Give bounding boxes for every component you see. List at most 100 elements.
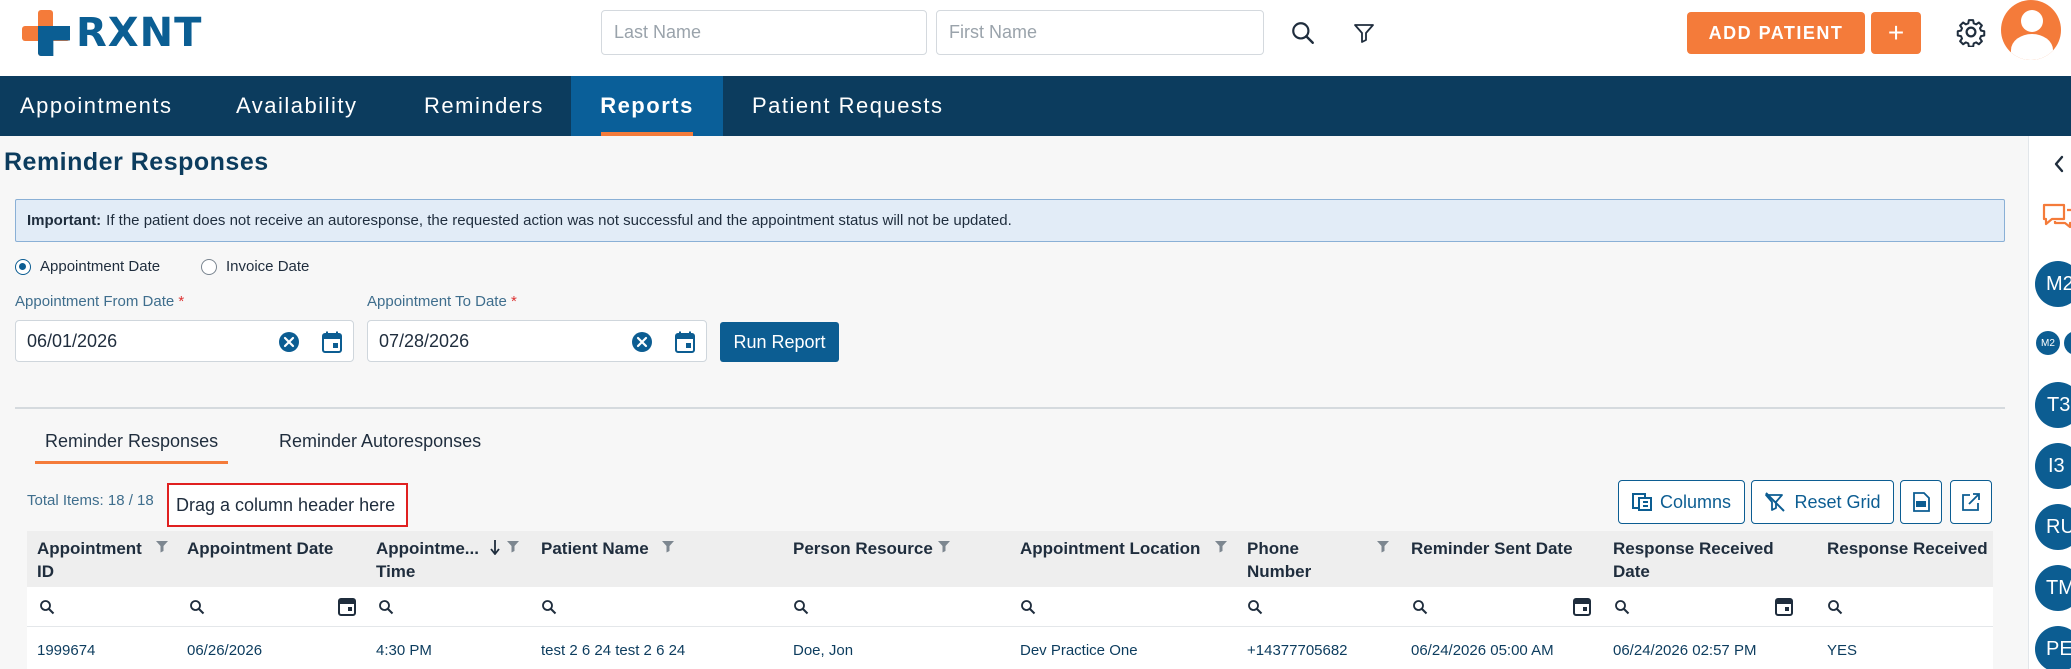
rail-avatar-pe[interactable]: PE xyxy=(2035,626,2071,669)
cell-reminder-sent: 06/24/2026 05:00 AM xyxy=(1411,642,1554,659)
cell-phone: +14377705682 xyxy=(1247,642,1348,659)
from-date-field[interactable]: 06/01/2026 xyxy=(15,320,354,362)
filter-calendar-icon[interactable] xyxy=(338,596,356,616)
filter-search-icon[interactable] xyxy=(1412,599,1428,615)
column-filter-icon[interactable] xyxy=(937,539,951,553)
rail-badge-m2[interactable]: M2 xyxy=(2036,331,2060,355)
last-name-input[interactable] xyxy=(601,10,927,55)
user-avatar[interactable] xyxy=(2001,0,2061,60)
column-header-appointment-time[interactable]: Appointme... Time xyxy=(376,537,479,583)
nav-reminders[interactable]: Reminders xyxy=(404,76,564,136)
column-header-response-received[interactable]: Response Received xyxy=(1827,537,1988,560)
nav-reports[interactable]: Reports xyxy=(571,76,723,136)
nav-appointments[interactable]: Appointments xyxy=(0,76,193,136)
rxnt-logo[interactable]: RXNT xyxy=(22,10,202,56)
rail-avatar-m2[interactable]: M2 xyxy=(2035,261,2071,307)
columns-button[interactable]: Columns xyxy=(1618,480,1745,524)
rail-badge-extra[interactable] xyxy=(2064,331,2071,355)
to-calendar-icon[interactable] xyxy=(675,331,695,358)
column-header-appointment-id[interactable]: Appointment ID xyxy=(37,537,142,583)
column-header-patient-name[interactable]: Patient Name xyxy=(541,537,649,560)
filter-search-icon[interactable] xyxy=(189,599,205,615)
important-notice: Important: If the patient does not recei… xyxy=(15,199,2005,242)
radio-invoice-date-label: Invoice Date xyxy=(226,258,310,275)
radio-appointment-date-label: Appointment Date xyxy=(40,258,161,275)
export-icon xyxy=(1962,493,1980,511)
tab-reminder-responses[interactable]: Reminder Responses xyxy=(34,431,229,464)
cell-response-date: 06/24/2026 02:57 PM xyxy=(1613,642,1757,659)
right-rail: M2 M2 T3 I3 RU TM PE xyxy=(2028,136,2071,669)
notice-label: Important: xyxy=(27,212,102,229)
cell-person-resource: Doe, Jon xyxy=(793,642,854,659)
column-filter-icon[interactable] xyxy=(506,539,520,553)
column-header-reminder-sent-date[interactable]: Reminder Sent Date xyxy=(1411,537,1573,560)
radio-invoice-date[interactable]: Invoice Date xyxy=(201,258,309,275)
search-icon[interactable] xyxy=(1288,18,1318,48)
column-header-person-resource[interactable]: Person Resource xyxy=(793,537,933,560)
section-divider xyxy=(15,407,2005,409)
radio-appointment-date[interactable]: Appointment Date xyxy=(15,258,160,275)
total-items: Total Items: 18 / 18 xyxy=(27,492,154,509)
column-filter-icon[interactable] xyxy=(661,539,675,553)
column-header-appointment-location[interactable]: Appointment Location xyxy=(1020,537,1200,560)
column-filter-icon[interactable] xyxy=(1214,539,1228,553)
filter-search-icon[interactable] xyxy=(793,599,809,615)
cell-appointment-id: 1999674 xyxy=(37,642,96,659)
column-header-appointment-date[interactable]: Appointment Date xyxy=(187,537,333,560)
filter-search-icon[interactable] xyxy=(1827,599,1843,615)
filter-search-icon[interactable] xyxy=(1020,599,1036,615)
rail-avatar-ru[interactable]: RU xyxy=(2035,504,2071,550)
column-filter-icon[interactable] xyxy=(155,539,169,553)
to-date-label: Appointment To Date * xyxy=(367,293,517,310)
export-pdf-button[interactable] xyxy=(1900,480,1942,524)
reset-grid-button[interactable]: Reset Grid xyxy=(1751,480,1894,524)
collapse-chevron-left-icon[interactable] xyxy=(2053,155,2065,173)
clear-filter-icon xyxy=(1765,492,1786,512)
nav-availability[interactable]: Availability xyxy=(216,76,378,136)
add-menu-button[interactable]: + xyxy=(1871,12,1921,54)
filter-calendar-icon[interactable] xyxy=(1573,596,1591,616)
filter-search-icon[interactable] xyxy=(1614,599,1630,615)
table-row[interactable]: 1999674 06/26/2026 4:30 PM test 2 6 24 t… xyxy=(27,627,1993,669)
column-header-phone-number[interactable]: Phone Number xyxy=(1247,537,1311,583)
rail-avatar-t3[interactable]: T3 xyxy=(2035,382,2071,428)
notice-text: If the patient does not receive an autor… xyxy=(106,212,1012,229)
run-report-button[interactable]: Run Report xyxy=(720,322,839,362)
main-nav: Appointments Availability Reminders Repo… xyxy=(0,76,2071,136)
logo-text: RXNT xyxy=(76,10,203,56)
filter-search-icon[interactable] xyxy=(378,599,394,615)
clear-from-date-icon[interactable] xyxy=(278,331,300,358)
columns-icon xyxy=(1631,493,1652,511)
filter-icon[interactable] xyxy=(1349,18,1379,48)
from-calendar-icon[interactable] xyxy=(322,331,342,358)
filter-search-icon[interactable] xyxy=(39,599,55,615)
columns-button-label: Columns xyxy=(1659,491,1732,512)
to-date-value: 07/28/2026 xyxy=(379,330,470,351)
export-button[interactable] xyxy=(1950,480,1992,524)
reset-grid-label: Reset Grid xyxy=(1794,491,1881,512)
rail-avatar-tm[interactable]: TM xyxy=(2035,565,2071,611)
clear-to-date-icon[interactable] xyxy=(631,331,653,358)
sort-descending-icon[interactable] xyxy=(489,539,501,555)
pdf-icon xyxy=(1913,492,1930,512)
cell-response: YES xyxy=(1827,642,1858,659)
settings-gear-icon[interactable] xyxy=(1955,16,1987,48)
filter-search-icon[interactable] xyxy=(541,599,557,615)
tab-reminder-autoresponses[interactable]: Reminder Autoresponses xyxy=(279,431,481,452)
from-date-value: 06/01/2026 xyxy=(27,330,118,351)
nav-patient-requests[interactable]: Patient Requests xyxy=(732,76,964,136)
from-date-label: Appointment From Date * xyxy=(15,293,185,310)
page-title: Reminder Responses xyxy=(4,148,269,176)
column-filter-icon[interactable] xyxy=(1376,539,1390,553)
rail-avatar-i3[interactable]: I3 xyxy=(2035,443,2071,489)
first-name-input[interactable] xyxy=(936,10,1264,55)
filter-search-icon[interactable] xyxy=(1247,599,1263,615)
filter-calendar-icon[interactable] xyxy=(1775,596,1793,616)
to-date-field[interactable]: 07/28/2026 xyxy=(367,320,707,362)
chat-icon[interactable] xyxy=(2041,202,2071,232)
add-patient-button[interactable]: ADD PATIENT xyxy=(1687,12,1865,54)
group-drop-area[interactable]: Drag a column header here xyxy=(167,483,408,527)
grid-header-row: Appointment ID Appointment Date Appointme… xyxy=(27,531,1993,587)
cell-appointment-time: 4:30 PM xyxy=(376,642,432,659)
column-header-response-received-date[interactable]: Response Received Date xyxy=(1613,537,1774,583)
